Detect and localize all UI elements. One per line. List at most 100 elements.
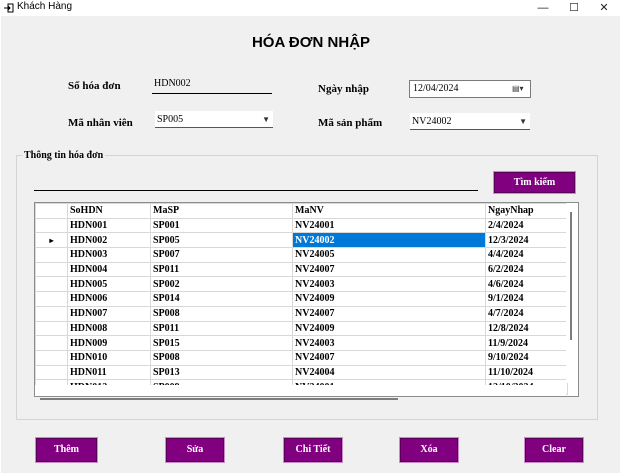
cell-masp[interactable]: SP015: [150, 335, 293, 351]
cell-sohdn[interactable]: HDN011: [67, 364, 151, 381]
cell-ngaynhap[interactable]: 11/10/2024: [485, 364, 568, 381]
cell-sohdn[interactable]: HDN001: [67, 217, 151, 234]
cell-manv[interactable]: NV24009: [292, 291, 486, 307]
cell-sohdn[interactable]: HDN005: [67, 276, 151, 293]
xoa-button[interactable]: Xóa: [399, 437, 459, 463]
cell-manv[interactable]: NV24007: [292, 305, 486, 322]
groupbox-title: Thông tin hóa đơn: [22, 150, 106, 161]
row-header[interactable]: [35, 247, 68, 263]
clear-button[interactable]: Clear: [524, 437, 584, 463]
table-row[interactable]: HDN011 SP013 NV24004 11/10/2024: [35, 364, 568, 381]
row-header[interactable]: [35, 305, 68, 322]
cell-ngaynhap[interactable]: 2/4/2024: [485, 217, 568, 234]
cell-sohdn[interactable]: HDN008: [67, 320, 151, 337]
ma-nhan-vien-label: Mã nhân viên: [68, 117, 133, 129]
cell-masp[interactable]: SP005: [150, 232, 293, 249]
table-row[interactable]: HDN003 SP007 NV24005 4/4/2024: [35, 247, 568, 263]
invoice-grid[interactable]: SoHDN MaSP MaNV NgayNhap HDN001 SP001 NV24…: [34, 202, 579, 397]
table-row[interactable]: HDN004 SP011 NV24007 6/2/2024: [35, 261, 568, 278]
so-hoa-don-field[interactable]: HDN002: [152, 77, 272, 94]
column-header-masp[interactable]: MaSP: [150, 203, 293, 219]
ngay-nhap-datepicker[interactable]: 12/04/2024 ▤▾: [409, 80, 531, 98]
so-hoa-don-label: Số hóa đơn: [68, 80, 121, 92]
calendar-dropdown-icon[interactable]: ▤▾: [512, 84, 526, 94]
ma-nhan-vien-value: SP005: [157, 114, 184, 125]
column-header-manv[interactable]: MaNV: [292, 203, 486, 219]
cell-manv[interactable]: NV24005: [292, 247, 486, 263]
vertical-scrollbar[interactable]: [566, 203, 578, 383]
ma-san-pham-combo[interactable]: NV24002 ▼: [410, 113, 530, 130]
table-row[interactable]: HDN006 SP014 NV24009 9/1/2024: [35, 291, 568, 307]
cell-manv[interactable]: NV24007: [292, 261, 486, 278]
cell-manv[interactable]: NV24001: [292, 217, 486, 234]
cell-manv[interactable]: NV24003: [292, 276, 486, 293]
row-header[interactable]: [35, 261, 68, 278]
cell-ngaynhap[interactable]: 6/2/2024: [485, 261, 568, 278]
cell-sohdn[interactable]: HDN010: [67, 349, 151, 366]
cell-ngaynhap[interactable]: 9/10/2024: [485, 349, 568, 366]
cell-masp[interactable]: SP013: [150, 364, 293, 381]
column-header-sohdn[interactable]: SoHDN: [67, 203, 151, 219]
table-row[interactable]: HDN007 SP008 NV24007 4/7/2024: [35, 305, 568, 322]
horizontal-scrollbar[interactable]: [35, 385, 566, 396]
sua-button[interactable]: Sửa: [165, 437, 225, 463]
table-row[interactable]: HDN008 SP011 NV24009 12/8/2024: [35, 320, 568, 337]
row-header[interactable]: [35, 349, 68, 366]
cell-manv[interactable]: NV24004: [292, 364, 486, 381]
cell-masp[interactable]: SP008: [150, 349, 293, 366]
row-header[interactable]: [35, 291, 68, 307]
grid-body: HDN001 SP001 NV24001 2/4/2024 ▸ HDN002 SP005 NV…: [35, 217, 568, 395]
vertical-scroll-thumb[interactable]: [570, 212, 572, 340]
cell-ngaynhap[interactable]: 4/7/2024: [485, 305, 568, 322]
cell-sohdn[interactable]: HDN007: [67, 305, 151, 322]
horizontal-scroll-thumb[interactable]: [40, 398, 398, 400]
chevron-down-icon[interactable]: ▼: [262, 111, 270, 128]
cell-manv[interactable]: NV24009: [292, 320, 486, 337]
cell-masp[interactable]: SP014: [150, 291, 293, 307]
column-header-ngaynhap[interactable]: NgayNhap: [485, 203, 568, 219]
cell-masp[interactable]: SP011: [150, 320, 293, 337]
chevron-down-icon[interactable]: ▼: [519, 113, 527, 130]
chi-tiet-button[interactable]: Chi Tiết: [283, 437, 343, 463]
row-header[interactable]: [35, 320, 68, 337]
cell-manv[interactable]: NV24003: [292, 335, 486, 351]
maximize-button[interactable]: ☐: [560, 0, 588, 16]
row-header[interactable]: [35, 276, 68, 293]
row-header[interactable]: [35, 364, 68, 381]
cell-sohdn[interactable]: HDN009: [67, 335, 151, 351]
cell-ngaynhap[interactable]: 11/9/2024: [485, 335, 568, 351]
row-header[interactable]: [35, 217, 68, 234]
cell-masp[interactable]: SP007: [150, 247, 293, 263]
ma-nhan-vien-combo[interactable]: SP005 ▼: [155, 111, 273, 128]
them-button[interactable]: Thêm: [35, 437, 98, 463]
cell-masp[interactable]: SP001: [150, 217, 293, 234]
cell-sohdn[interactable]: HDN006: [67, 291, 151, 307]
cell-manv[interactable]: NV24002: [292, 232, 486, 249]
table-row[interactable]: HDN009 SP015 NV24003 11/9/2024: [35, 335, 568, 351]
cell-manv[interactable]: NV24007: [292, 349, 486, 366]
ma-san-pham-label: Mã sản phẩm: [318, 117, 383, 129]
search-button[interactable]: Tìm kiếm: [493, 171, 576, 194]
cell-ngaynhap[interactable]: 9/1/2024: [485, 291, 568, 307]
window-title: Khách Hàng: [17, 1, 73, 12]
cell-masp[interactable]: SP008: [150, 305, 293, 322]
close-button[interactable]: ✕: [590, 0, 618, 16]
ngay-nhap-value: 12/04/2024: [413, 83, 459, 94]
table-row[interactable]: HDN001 SP001 NV24001 2/4/2024: [35, 217, 568, 234]
cell-sohdn[interactable]: HDN002: [67, 232, 151, 249]
search-input[interactable]: [34, 174, 478, 191]
cell-ngaynhap[interactable]: 4/4/2024: [485, 247, 568, 263]
table-row[interactable]: HDN005 SP002 NV24003 4/6/2024: [35, 276, 568, 293]
cell-sohdn[interactable]: HDN003: [67, 247, 151, 263]
row-header[interactable]: ▸: [35, 232, 68, 249]
cell-ngaynhap[interactable]: 12/3/2024: [485, 232, 568, 249]
row-header[interactable]: [35, 335, 68, 351]
cell-masp[interactable]: SP002: [150, 276, 293, 293]
cell-ngaynhap[interactable]: 12/8/2024: [485, 320, 568, 337]
minimize-button[interactable]: —: [529, 0, 557, 16]
cell-ngaynhap[interactable]: 4/6/2024: [485, 276, 568, 293]
cell-masp[interactable]: SP011: [150, 261, 293, 278]
table-row[interactable]: ▸ HDN002 SP005 NV24002 12/3/2024: [35, 232, 568, 249]
table-row[interactable]: HDN010 SP008 NV24007 9/10/2024: [35, 349, 568, 366]
cell-sohdn[interactable]: HDN004: [67, 261, 151, 278]
